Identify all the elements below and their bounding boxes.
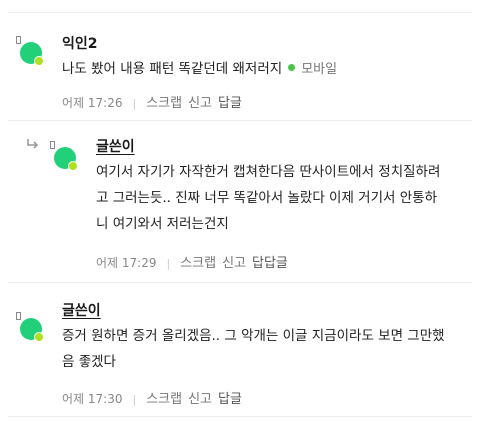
separator: | [166, 257, 171, 270]
avatar[interactable] [50, 141, 90, 181]
comment-nickname[interactable]: 글쓴이 [62, 300, 101, 320]
comment-time: 어제 17:26 [62, 96, 123, 110]
comment-text: 여기서 자기가 자작한거 캡쳐한다음 딴사이트에서 정치질하려 고 그러는듯..… [96, 159, 440, 237]
scrap-button[interactable]: 스크랩 [146, 392, 182, 407]
divider [8, 12, 472, 13]
scrap-button[interactable]: 스크랩 [146, 96, 182, 111]
comment-nickname[interactable]: 글쓴이 [96, 136, 135, 156]
divider [8, 120, 472, 121]
comment-line: 음 좋겠다 [62, 354, 116, 370]
divider [8, 416, 472, 417]
profile-badge-icon [16, 312, 21, 320]
comment-time: 어제 17:29 [96, 256, 157, 270]
reply-arrow-icon [26, 138, 40, 150]
comment-text: 증거 원하면 증거 올리겠음.. 그 악개는 이글 지금이라도 보면 그만했 음… [62, 323, 445, 375]
comment-text: 나도 봤어 내용 패턴 똑같던데 왜저러지 모바일 [62, 56, 337, 83]
online-dot-icon [34, 56, 44, 66]
comment-nickname[interactable]: 익인2 [62, 33, 98, 53]
avatar[interactable] [16, 312, 56, 352]
reply-button[interactable]: 답답글 [252, 256, 288, 271]
mobile-dot-icon [288, 64, 296, 71]
comment-meta: 어제 17:26 | 스크랩 신고 답글 [62, 92, 248, 111]
online-dot-icon [34, 332, 44, 342]
avatar[interactable] [16, 36, 56, 76]
comment-meta: 어제 17:30 | 스크랩 신고 답글 [62, 388, 248, 407]
scrap-button[interactable]: 스크랩 [180, 256, 216, 271]
mobile-label: 모바일 [301, 62, 338, 77]
profile-badge-icon [16, 36, 21, 44]
separator: | [132, 393, 137, 406]
online-dot-icon [68, 161, 78, 171]
reply-button[interactable]: 답글 [218, 96, 242, 111]
comment-body: 나도 봤어 내용 패턴 똑같던데 왜저러지 [62, 61, 283, 77]
comment-line: 증거 원하면 증거 올리겠음.. 그 악개는 이글 지금이라도 보면 그만했 [62, 328, 445, 344]
profile-badge-icon [50, 141, 55, 149]
divider [8, 282, 472, 283]
comment-meta: 어제 17:29 | 스크랩 신고 답답글 [96, 252, 294, 271]
separator: | [132, 97, 137, 110]
comment-line: 여기서 자기가 자작한거 캡쳐한다음 딴사이트에서 정치질하려 [96, 164, 441, 180]
report-button[interactable]: 신고 [188, 392, 212, 407]
comment-line: 고 그러는듯.. 진짜 너무 똑같아서 놀랐다 이제 거기서 안통하 [96, 190, 437, 206]
comment-time: 어제 17:30 [62, 392, 123, 406]
report-button[interactable]: 신고 [188, 96, 212, 111]
comment-line: 니 여기와서 저러는건지 [96, 216, 229, 232]
reply-button[interactable]: 답글 [218, 392, 242, 407]
report-button[interactable]: 신고 [222, 256, 246, 271]
